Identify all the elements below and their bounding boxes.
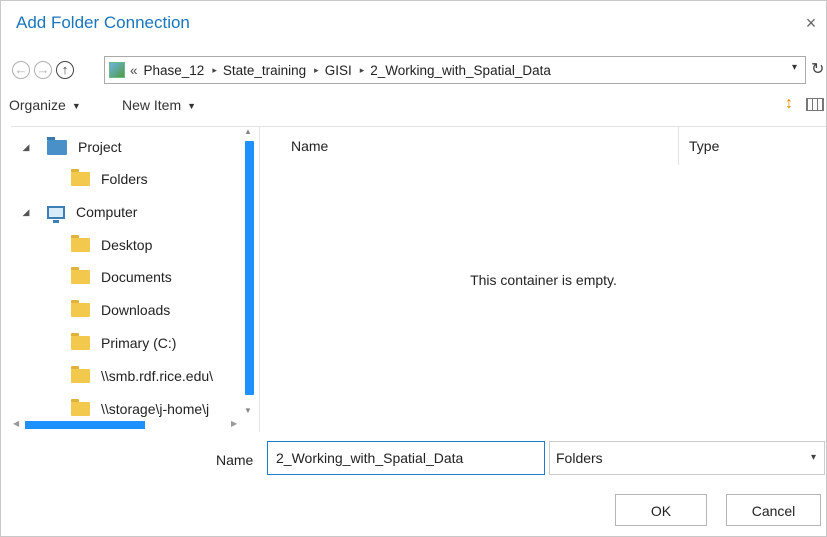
forward-arrow-icon[interactable]: → <box>34 61 52 79</box>
sort-icon[interactable]: ↕ <box>785 95 793 113</box>
navigation-bar: ← → ↑ « Phase_12 ▸ State_training ▸ GISI… <box>1 56 826 86</box>
browser-body: ◢ Project Folders ◢ Computer Desktop Doc… <box>11 126 826 432</box>
tree-item-project[interactable]: ◢ Project <box>19 131 122 163</box>
cancel-button[interactable]: Cancel <box>726 494 821 526</box>
ok-button[interactable]: OK <box>615 494 707 526</box>
new-item-label: New Item <box>122 97 182 113</box>
tree-item-label: Desktop <box>101 237 153 253</box>
tree-item-computer[interactable]: ◢ Computer <box>19 196 137 228</box>
organize-menu[interactable]: Organize ▼ <box>9 97 81 113</box>
scroll-down-icon[interactable]: ▼ <box>244 406 252 415</box>
breadcrumb-item[interactable]: Phase_12 <box>144 63 205 78</box>
folder-icon <box>71 169 90 186</box>
type-select-value: Folders <box>556 450 603 466</box>
view-options-icon[interactable] <box>806 98 824 111</box>
project-folder-icon <box>47 136 67 155</box>
folder-icon <box>71 333 90 350</box>
horizontal-scrollbar[interactable]: ◀ ▶ <box>11 419 259 431</box>
add-folder-connection-dialog: Add Folder Connection × ← → ↑ « Phase_12… <box>0 0 827 537</box>
expander-icon[interactable]: ◢ <box>19 142 33 153</box>
folder-icon <box>71 399 90 416</box>
tree-item-label: Downloads <box>101 302 171 318</box>
tree-item-downloads[interactable]: Downloads <box>71 294 170 326</box>
tree-item-label: Documents <box>101 269 172 285</box>
toolbar: Organize ▼ New Item ▼ ↕ <box>1 91 826 121</box>
breadcrumb-separator-icon[interactable]: ▸ <box>360 65 365 76</box>
expander-icon[interactable]: ◢ <box>19 207 33 218</box>
navigation-pane: ◢ Project Folders ◢ Computer Desktop Doc… <box>11 127 260 432</box>
tree-item-label: Project <box>78 139 122 155</box>
title-bar: Add Folder Connection × <box>1 1 826 47</box>
column-header-name[interactable]: Name <box>291 127 328 165</box>
address-dropdown-icon[interactable]: ▾ <box>792 62 797 73</box>
vertical-scrollbar[interactable]: ▲ ▼ <box>242 127 256 421</box>
type-select[interactable]: Folders ▾ <box>549 441 825 475</box>
empty-message: This container is empty. <box>470 272 617 288</box>
breadcrumb-separator-icon[interactable]: ▸ <box>314 65 319 76</box>
folder-icon <box>71 235 90 252</box>
back-arrow-icon[interactable]: ← <box>12 61 30 79</box>
breadcrumb-item[interactable]: GISI <box>325 63 352 78</box>
breadcrumb-item[interactable]: State_training <box>223 63 306 78</box>
name-label: Name <box>216 452 254 468</box>
content-pane: Name Type This container is empty. <box>261 127 826 432</box>
up-arrow-icon[interactable]: ↑ <box>56 61 74 79</box>
location-icon <box>109 62 125 78</box>
scrollbar-thumb[interactable] <box>25 421 145 429</box>
refresh-icon[interactable]: ↻ <box>811 59 824 79</box>
column-divider[interactable] <box>678 127 679 165</box>
tree-item-label: Folders <box>101 171 148 187</box>
tree-item-network-share[interactable]: \\smb.rdf.rice.edu\ <box>71 360 213 392</box>
breadcrumb-item[interactable]: 2_Working_with_Spatial_Data <box>370 63 551 78</box>
tree-item-label: Primary (C:) <box>101 335 177 351</box>
folder-icon <box>71 366 90 383</box>
dialog-title: Add Folder Connection <box>16 13 190 32</box>
tree-item-label: \\smb.rdf.rice.edu\ <box>101 368 214 384</box>
address-bar[interactable]: « Phase_12 ▸ State_training ▸ GISI ▸ 2_W… <box>104 56 806 84</box>
tree-item-label: Computer <box>76 204 138 220</box>
scroll-right-icon[interactable]: ▶ <box>231 419 237 428</box>
tree-item-label: \\storage\j-home\j <box>101 401 210 417</box>
scroll-up-icon[interactable]: ▲ <box>244 127 252 136</box>
tree-item-documents[interactable]: Documents <box>71 261 172 293</box>
tree-item-primary-drive[interactable]: Primary (C:) <box>71 327 176 359</box>
breadcrumb-separator-icon[interactable]: ▸ <box>212 65 217 76</box>
close-icon[interactable]: × <box>800 11 822 35</box>
path-overflow-icon[interactable]: « <box>130 63 138 78</box>
new-item-menu[interactable]: New Item ▼ <box>122 97 196 113</box>
scroll-left-icon[interactable]: ◀ <box>13 419 19 428</box>
tree-item-folders[interactable]: Folders <box>71 163 148 195</box>
computer-icon <box>47 205 65 223</box>
tree-item-desktop[interactable]: Desktop <box>71 229 152 261</box>
folder-icon <box>71 267 90 284</box>
caret-down-icon: ▼ <box>71 101 81 111</box>
column-header-type[interactable]: Type <box>689 127 719 165</box>
folder-icon <box>71 300 90 317</box>
dialog-footer: Name Folders ▾ OK Cancel <box>1 441 826 536</box>
organize-label: Organize <box>9 97 66 113</box>
chevron-down-icon[interactable]: ▾ <box>811 442 816 474</box>
scrollbar-thumb[interactable] <box>245 141 254 395</box>
name-input[interactable] <box>267 441 545 475</box>
caret-down-icon: ▼ <box>187 101 197 111</box>
